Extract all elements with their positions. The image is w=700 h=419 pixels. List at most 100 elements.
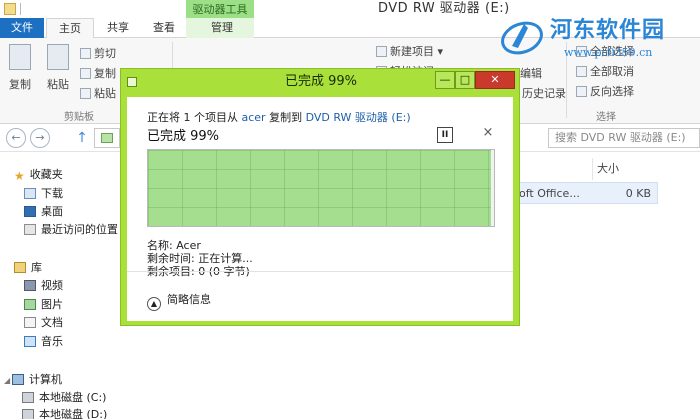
nav-local-disk-c[interactable]: 本地磁盘 (C:) <box>22 389 106 407</box>
copy-progress-dialog: 已完成 99% — □ ✕ 正在将 1 个项目从 acer 复制到 DVD RW… <box>120 68 520 326</box>
tab-view[interactable]: 查看 <box>146 18 182 38</box>
computer-icon <box>12 374 24 385</box>
items-remaining: 剩余项目: 0 (0 字节) <box>147 265 250 278</box>
up-button[interactable]: ↑ <box>74 128 90 148</box>
clipboard-group-label: 剪贴板 <box>64 112 94 123</box>
nav-downloads[interactable]: 下载 <box>24 185 63 203</box>
paste-shortcut-label: 粘贴 <box>94 87 116 100</box>
nav-downloads-label: 下载 <box>41 187 63 200</box>
tab-share[interactable]: 共享 <box>100 18 136 38</box>
watermark-name: 河东软件园 <box>550 18 666 43</box>
edit-button[interactable]: 编辑 <box>520 66 542 82</box>
copy-button[interactable]: 复制 <box>2 44 38 92</box>
desktop-icon <box>24 206 36 217</box>
star-icon: ★ <box>14 169 25 183</box>
nav-libraries[interactable]: 库 <box>14 259 42 277</box>
paste-label: 粘贴 <box>47 78 69 91</box>
nav-music-label: 音乐 <box>41 335 63 348</box>
nav-desktop[interactable]: 桌面 <box>24 203 63 221</box>
nav-documents[interactable]: 文档 <box>24 314 63 332</box>
fewer-details-label: 简略信息 <box>167 293 211 306</box>
dialog-title: 已完成 99% <box>284 74 358 89</box>
select-none-button[interactable]: 全部取消 <box>576 64 634 80</box>
nav-local-disk-d[interactable]: 本地磁盘 (D:) <box>22 406 107 419</box>
new-item-button[interactable]: 新建项目 ▾ <box>376 44 443 60</box>
nav-computer[interactable]: ◢ 计算机 <box>4 371 62 389</box>
nav-computer-label: 计算机 <box>29 373 62 386</box>
invert-selection-icon <box>576 86 587 97</box>
nav-videos[interactable]: 视频 <box>24 277 63 295</box>
copy-icon <box>127 77 137 87</box>
qat-divider <box>20 3 21 15</box>
back-button[interactable]: ← <box>6 128 26 148</box>
tab-manage[interactable]: 管理 <box>200 18 244 38</box>
percent-complete: 已完成 99% <box>147 129 220 144</box>
copy-description-mid: 复制到 <box>269 111 303 124</box>
invert-selection-label: 反向选择 <box>590 85 634 98</box>
cut-button[interactable]: 剪切 <box>80 46 116 62</box>
paste-icon <box>47 44 69 70</box>
chevron-up-icon: ▲ <box>147 297 161 311</box>
navigation-pane: ★ 收藏夹 下载 桌面 最近访问的位置 库 视频 图片 文档 音乐 ◢ 计算机 本地… <box>0 152 132 419</box>
destination-link[interactable]: DVD RW 驱动器 (E:) <box>306 111 411 124</box>
watermark-logo-icon <box>501 21 543 55</box>
maximize-button[interactable]: □ <box>455 71 475 89</box>
copy-path-button[interactable]: 复制 <box>80 66 116 82</box>
fewer-details-button[interactable]: ▲ 简略信息 <box>147 291 211 311</box>
pause-button[interactable]: II <box>437 127 453 143</box>
forward-button[interactable]: → <box>30 128 50 148</box>
item-name: 名称: Acer <box>147 239 201 252</box>
progress-bar <box>147 149 495 227</box>
select-none-icon <box>576 66 587 77</box>
dialog-title-bar[interactable]: 已完成 99% — □ ✕ <box>121 69 519 95</box>
expand-arrow-icon[interactable]: ◢ <box>4 372 12 390</box>
nav-recent[interactable]: 最近访问的位置 <box>24 221 118 239</box>
scissors-icon <box>80 48 91 59</box>
tab-home[interactable]: 主页 <box>46 18 94 39</box>
new-item-label: 新建项目 <box>390 45 434 58</box>
file-size: 0 KB <box>625 187 651 200</box>
file-name: oft Office... <box>519 187 580 200</box>
nav-videos-label: 视频 <box>41 279 63 292</box>
nav-local-disk-d-label: 本地磁盘 (D:) <box>39 408 108 419</box>
dialog-body: 正在将 1 个项目从 acer 复制到 DVD RW 驱动器 (E:) 已完成 … <box>127 97 513 321</box>
nav-favorites[interactable]: ★ 收藏夹 <box>14 166 63 184</box>
nav-music[interactable]: 音乐 <box>24 333 63 351</box>
picture-icon <box>24 299 36 310</box>
copy-path-label: 复制 <box>94 67 116 80</box>
cancel-button[interactable]: × <box>481 125 495 141</box>
invert-selection-button[interactable]: 反向选择 <box>576 84 634 100</box>
copy-path-icon <box>80 68 91 79</box>
source-link[interactable]: acer <box>242 111 266 124</box>
watermark: 河东软件园 www.pc0359.cn <box>498 2 698 62</box>
tab-file[interactable]: 文件 <box>0 18 44 38</box>
nav-pictures[interactable]: 图片 <box>24 296 63 314</box>
nav-desktop-label: 桌面 <box>41 205 63 218</box>
quick-access-toolbar <box>4 0 21 18</box>
close-window-button[interactable]: ✕ <box>475 71 515 89</box>
music-icon <box>24 336 36 347</box>
search-input[interactable]: 搜索 DVD RW 驱动器 (E:) <box>548 128 700 148</box>
drive-tools-context-tab: 驱动器工具 <box>186 0 254 18</box>
copy-icon <box>9 44 31 70</box>
column-header-size[interactable]: 大小 <box>592 158 658 180</box>
copy-description: 正在将 1 个项目从 acer 复制到 DVD RW 驱动器 (E:) <box>147 109 411 125</box>
dialog-divider <box>127 271 513 272</box>
watermark-url: www.pc0359.cn <box>564 46 653 59</box>
select-group-label: 选择 <box>596 112 616 123</box>
nav-libraries-label: 库 <box>31 261 42 274</box>
minimize-button[interactable]: — <box>435 71 455 89</box>
window-title: DVD RW 驱动器 (E:) <box>378 1 510 16</box>
paste-shortcut-icon <box>80 88 91 99</box>
address-box[interactable] <box>94 128 120 148</box>
recent-places-icon <box>24 224 36 235</box>
new-item-icon <box>376 46 387 57</box>
table-row[interactable]: oft Office... 0 KB <box>512 182 658 204</box>
paste-shortcut-button[interactable]: 粘贴 <box>80 86 116 102</box>
history-button[interactable]: 历史记录 <box>522 86 566 102</box>
nav-pictures-label: 图片 <box>41 298 63 311</box>
select-none-label: 全部取消 <box>590 65 634 78</box>
folder-icon[interactable] <box>4 3 16 15</box>
paste-button[interactable]: 粘贴 <box>40 44 76 92</box>
nav-favorites-label: 收藏夹 <box>29 168 63 181</box>
